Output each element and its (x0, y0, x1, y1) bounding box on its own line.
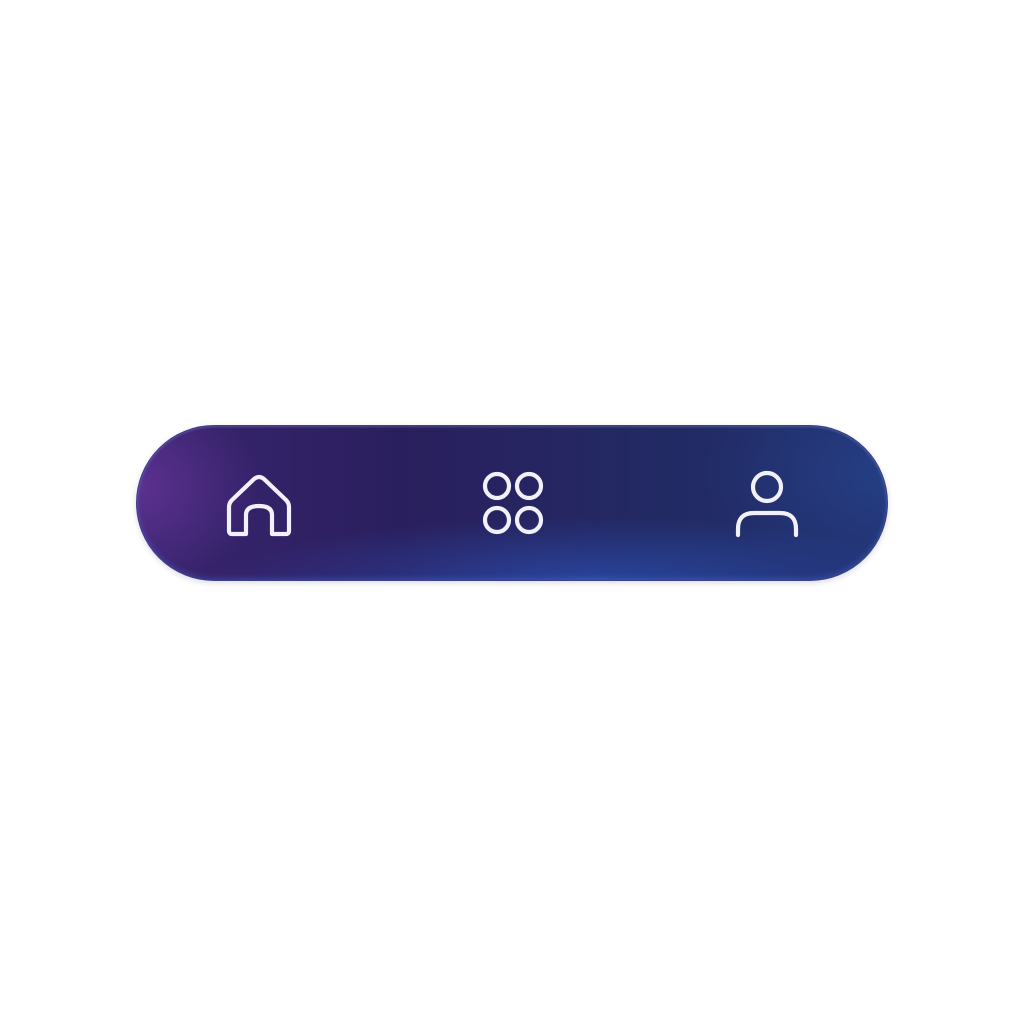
user-icon (732, 467, 802, 541)
nav-item-home[interactable] (209, 426, 309, 582)
apps-grid-icon (477, 468, 549, 540)
nav-item-apps[interactable] (463, 426, 563, 582)
home-icon (224, 469, 294, 539)
nav-item-profile[interactable] (717, 426, 817, 582)
bottom-navigation-bar (136, 425, 888, 581)
canvas (0, 0, 1024, 1024)
